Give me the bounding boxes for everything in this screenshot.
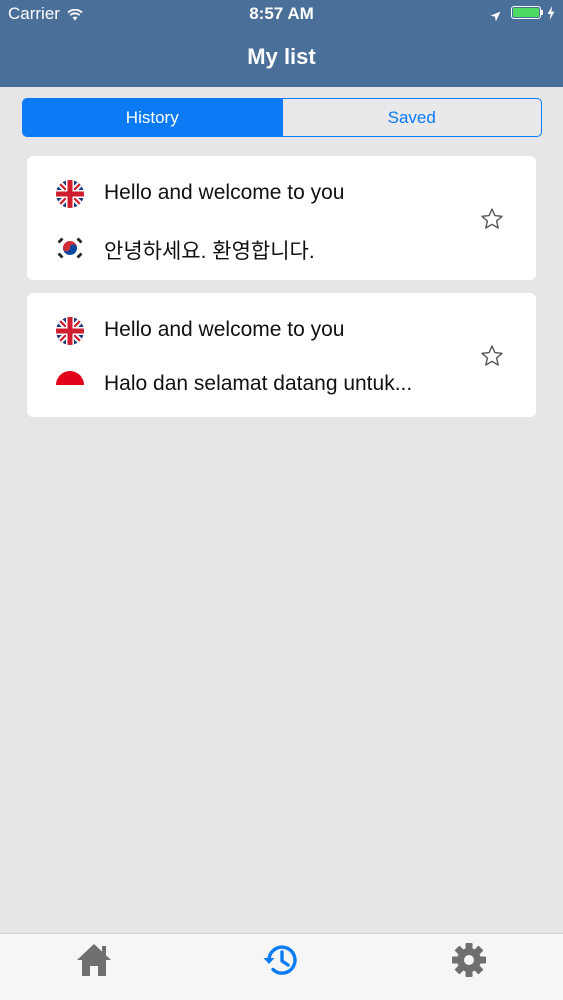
source-line: Hello and welcome to you <box>27 178 487 210</box>
target-line: 안녕하세요. 환영합니다. <box>27 232 487 264</box>
target-text: 안녕하세요. 환영합니다. <box>104 240 315 263</box>
nav-header: Carrier 8:57 AM My list <box>0 0 563 87</box>
gear-icon[interactable] <box>450 941 488 984</box>
indonesia-flag-icon <box>56 371 84 399</box>
segment-history[interactable]: History <box>23 99 282 136</box>
uk-flag-icon <box>56 180 84 208</box>
history-saved-segmented-control: History Saved <box>22 98 542 137</box>
translation-card[interactable]: Hello and welcome to you Halo dan selama… <box>27 293 536 417</box>
source-line: Hello and welcome to you <box>27 315 487 347</box>
battery-nub <box>541 10 543 15</box>
segment-saved[interactable]: Saved <box>281 99 542 136</box>
source-text: Hello and welcome to you <box>104 181 345 204</box>
charging-bolt-icon <box>547 5 555 25</box>
home-icon[interactable] <box>75 941 113 984</box>
target-text: Halo dan selamat datang untuk... <box>104 372 413 395</box>
translation-card[interactable]: Hello and welcome to you 안녕하세요. 환영합니다. <box>27 156 536 280</box>
south-korea-flag-icon <box>56 234 84 262</box>
star-icon[interactable] <box>480 207 504 231</box>
battery-icon <box>511 6 541 19</box>
battery-level <box>513 8 539 17</box>
history-icon[interactable] <box>262 941 300 984</box>
uk-flag-icon <box>56 317 84 345</box>
status-bar: Carrier 8:57 AM <box>0 0 563 28</box>
star-icon[interactable] <box>480 344 504 368</box>
target-line: Halo dan selamat datang untuk... <box>27 369 487 401</box>
status-time: 8:57 AM <box>249 4 314 23</box>
page-title: My list <box>247 44 316 69</box>
location-arrow-icon <box>490 7 501 27</box>
tab-bar <box>0 933 563 1000</box>
source-text: Hello and welcome to you <box>104 318 345 341</box>
